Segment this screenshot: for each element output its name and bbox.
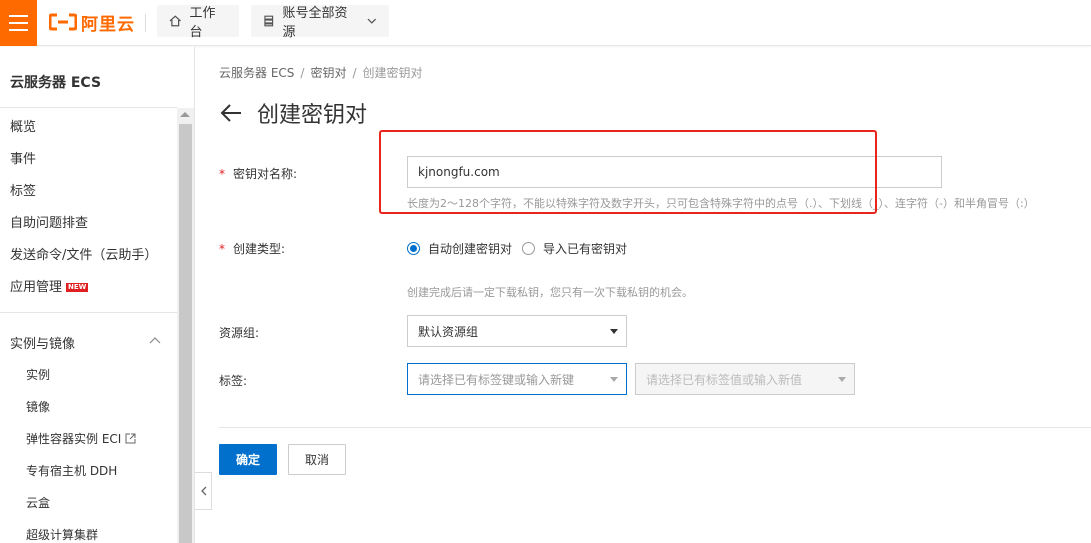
sidebar-item-images[interactable]: 镜像 bbox=[26, 398, 50, 415]
breadcrumb-separator: / bbox=[300, 66, 305, 80]
sidebar-item-tags[interactable]: 标签 bbox=[10, 180, 36, 199]
sidebar-divider bbox=[0, 107, 177, 108]
create-type-label-text: 创建类型: bbox=[233, 242, 286, 256]
page-header: 创建密钥对 bbox=[219, 97, 367, 129]
sidebar-item-events[interactable]: 事件 bbox=[10, 148, 36, 167]
menu-line bbox=[9, 15, 28, 17]
required-mark: * bbox=[219, 167, 225, 181]
keypair-name-input[interactable]: kjnongfu.com bbox=[407, 156, 942, 188]
breadcrumb-ecs[interactable]: 云服务器 ECS bbox=[219, 66, 294, 80]
keypair-name-label-text: 密钥对名称: bbox=[233, 167, 298, 181]
chevron-up-icon[interactable] bbox=[149, 335, 161, 347]
resources-dropdown[interactable]: 账号全部资源 bbox=[251, 5, 389, 40]
sidebar-item-eci[interactable]: 弹性容器实例 ECI bbox=[26, 430, 136, 447]
keypair-name-label: * 密钥对名称: bbox=[219, 165, 297, 182]
confirm-button[interactable]: 确定 bbox=[219, 444, 277, 475]
sidebar-item-label: 弹性容器实例 ECI bbox=[26, 432, 122, 446]
caret-down-icon bbox=[610, 329, 618, 334]
new-badge: NEW bbox=[66, 283, 89, 292]
radio-import-existing-label[interactable]: 导入已有密钥对 bbox=[543, 240, 627, 257]
sidebar-item-cloudbox[interactable]: 云盒 bbox=[26, 494, 50, 511]
tag-value-placeholder: 请选择已有标签值或输入新值 bbox=[646, 372, 803, 387]
resource-group-select[interactable]: 默认资源组 bbox=[407, 315, 627, 347]
menu-line bbox=[9, 29, 28, 31]
sidebar-item-troubleshoot[interactable]: 自助问题排查 bbox=[10, 212, 88, 231]
sidebar-item-scc[interactable]: 超级计算集群 bbox=[26, 526, 98, 543]
breadcrumb-current: 创建密钥对 bbox=[362, 66, 423, 80]
aliyun-logo-icon bbox=[49, 13, 77, 31]
resources-label: 账号全部资源 bbox=[282, 6, 348, 40]
tag-value-select: 请选择已有标签值或输入新值 bbox=[635, 363, 855, 395]
home-icon bbox=[169, 15, 181, 27]
sidebar-item-instances[interactable]: 实例 bbox=[26, 366, 50, 383]
stack-icon bbox=[264, 15, 274, 27]
main-content: 云服务器 ECS / 密钥对 / 创建密钥对 创建密钥对 * 密钥对名称: kjnongf… bbox=[196, 47, 1091, 543]
sidebar-section-instances-images[interactable]: 实例与镜像 bbox=[10, 333, 75, 352]
header-divider bbox=[145, 14, 146, 32]
caret-down-icon bbox=[610, 377, 618, 382]
create-type-label: * 创建类型: bbox=[219, 240, 285, 257]
sidebar-item-overview[interactable]: 概览 bbox=[10, 116, 36, 135]
radio-auto-create-label[interactable]: 自动创建密钥对 bbox=[428, 240, 512, 257]
chevron-down-icon bbox=[367, 18, 377, 24]
resource-group-value: 默认资源组 bbox=[418, 324, 479, 339]
radio-import-existing[interactable] bbox=[522, 242, 536, 255]
radio-auto-create[interactable] bbox=[407, 242, 420, 255]
sidebar-item-cloud-assistant[interactable]: 发送命令/文件（云助手） bbox=[10, 244, 157, 263]
tag-key-select[interactable]: 请选择已有标签键或输入新键 bbox=[407, 363, 627, 395]
sidebar-scroll-thumb[interactable] bbox=[179, 124, 192, 543]
sidebar: 云服务器 ECS 概览 事件 标签 自助问题排查 发送命令/文件（云助手） 应用… bbox=[0, 47, 195, 543]
breadcrumb-separator: / bbox=[352, 66, 357, 80]
hamburger-menu-button[interactable] bbox=[0, 0, 37, 46]
tag-key-placeholder: 请选择已有标签键或输入新键 bbox=[418, 372, 575, 387]
sidebar-title: 云服务器 ECS bbox=[10, 75, 102, 91]
create-type-hint: 创建完成后请一定下载私钥，您只有一次下载私钥的机会。 bbox=[407, 286, 693, 299]
sidebar-item-ddh[interactable]: 专有宿主机 DDH bbox=[26, 462, 117, 479]
keypair-name-hint: 长度为2～128个字符，不能以特殊字符及数字开头，只可包含特殊字符中的点号（.）… bbox=[407, 197, 1035, 210]
scroll-up-arrow-icon[interactable] bbox=[180, 112, 190, 117]
tags-label: 标签: bbox=[219, 374, 248, 388]
back-arrow-icon[interactable] bbox=[219, 101, 243, 125]
keypair-name-value: kjnongfu.com bbox=[418, 165, 500, 179]
workbench-button[interactable]: 工作台 bbox=[157, 5, 239, 40]
form-divider bbox=[219, 427, 1091, 428]
breadcrumb-keypairs[interactable]: 密钥对 bbox=[310, 66, 346, 80]
external-link-icon bbox=[125, 433, 136, 444]
breadcrumb: 云服务器 ECS / 密钥对 / 创建密钥对 bbox=[219, 64, 423, 81]
caret-down-icon bbox=[838, 377, 846, 382]
required-mark: * bbox=[219, 242, 225, 256]
sidebar-divider bbox=[0, 312, 177, 313]
sidebar-item-app-management[interactable]: 应用管理 NEW bbox=[10, 276, 89, 295]
page-title: 创建密钥对 bbox=[257, 103, 368, 128]
workbench-label: 工作台 bbox=[189, 6, 216, 40]
aliyun-logo[interactable]: 阿里云 bbox=[49, 11, 135, 35]
top-bar: 阿里云 工作台 账号全部资源 bbox=[0, 0, 1091, 46]
menu-line bbox=[9, 22, 28, 24]
cancel-button[interactable]: 取消 bbox=[288, 444, 346, 475]
create-type-radio-group: 自动创建密钥对 导入已有密钥对 bbox=[407, 240, 627, 257]
logo-text: 阿里云 bbox=[81, 14, 135, 35]
sidebar-item-label: 应用管理 bbox=[10, 280, 63, 295]
resource-group-label: 资源组: bbox=[219, 326, 260, 340]
